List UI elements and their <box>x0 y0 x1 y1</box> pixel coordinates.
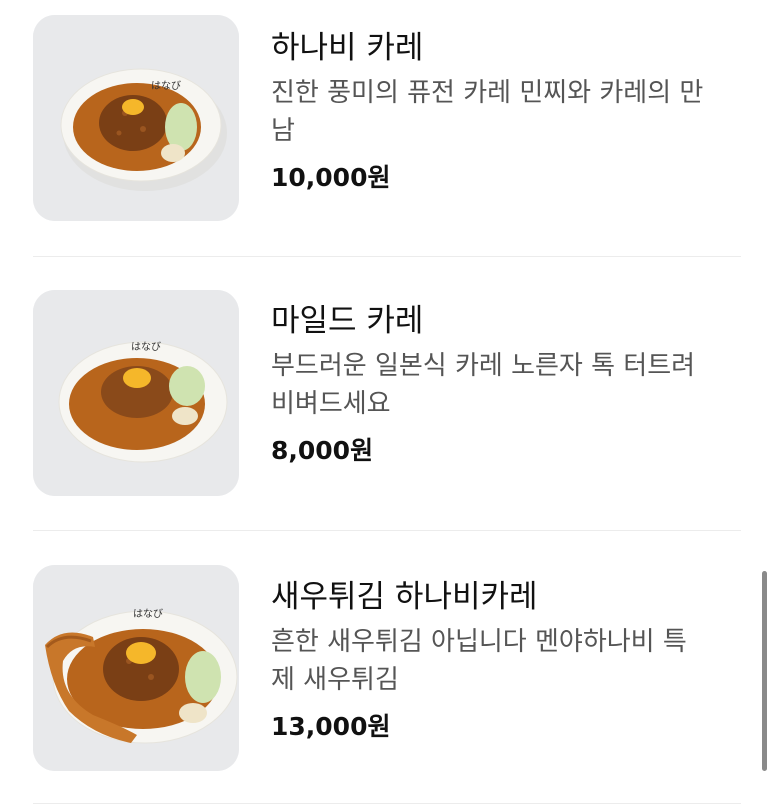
menu-item-name: 마일드 카레 <box>271 303 424 339</box>
menu-item-price: 13,000원 <box>271 712 391 741</box>
menu-item-info: 하나비 카레 진한 풍미의 퓨전 카레 민찌와 카레의 만 남 10,000원 <box>271 28 741 196</box>
menu-item-price: 8,000원 <box>271 436 374 465</box>
menu-item-description: 흔한 새우튀김 아닙니다 멘야하나비 특 제 새우튀김 <box>271 623 741 699</box>
svg-text:はなび: はなび <box>131 341 161 353</box>
description-line: 남 <box>271 116 295 146</box>
menu-item-info: 새우튀김 하나비카레 흔한 새우튀김 아닙니다 멘야하나비 특 제 새우튀김 1… <box>271 577 741 745</box>
menu-list: はなび 하나비 카레 진한 풍미의 퓨전 카레 민찌와 카레의 만 남 10,0… <box>0 0 773 808</box>
menu-item-photo: はなび <box>33 565 239 771</box>
menu-item-name: 새우튀김 하나비카레 <box>271 579 538 615</box>
curry-fried-shrimp-photo-icon: はなび <box>33 565 239 771</box>
menu-item-price: 10,000원 <box>271 163 391 192</box>
menu-item-hanabi-curry[interactable]: はなび 하나비 카레 진한 풍미의 퓨전 카레 민찌와 카레의 만 남 10,0… <box>0 0 773 256</box>
description-line: 제 새우튀김 <box>271 665 399 695</box>
menu-item-photo: はなび <box>33 15 239 221</box>
description-line: 진한 풍미의 퓨전 카레 민찌와 카레의 만 <box>271 78 704 108</box>
menu-item-name: 하나비 카레 <box>271 30 424 66</box>
description-line: 부드러운 일본식 카레 노른자 톡 터트려 <box>271 351 696 381</box>
svg-text:はなび: はなび <box>151 80 181 92</box>
svg-text:はなび: はなび <box>133 608 163 620</box>
menu-item-description: 부드러운 일본식 카레 노른자 톡 터트려 비벼드세요 <box>271 347 741 423</box>
menu-item-photo: はなび <box>33 290 239 496</box>
menu-item-shrimp-hanabi-curry[interactable]: はなび 새우튀김 하나비카레 흔한 새우튀김 아닙니다 멘야하나비 특 제 새우… <box>0 531 773 801</box>
menu-item-info: 마일드 카레 부드러운 일본식 카레 노른자 톡 터트려 비벼드세요 8,000… <box>271 301 741 469</box>
curry-egg-photo-icon: はなび <box>33 290 239 496</box>
scrollbar-thumb[interactable] <box>762 571 767 771</box>
description-line: 비벼드세요 <box>271 389 391 419</box>
menu-item-description: 진한 풍미의 퓨전 카레 민찌와 카레의 만 남 <box>271 74 741 150</box>
curry-minced-egg-photo-icon: はなび <box>33 15 239 221</box>
menu-item-mild-curry[interactable]: はなび 마일드 카레 부드러운 일본식 카레 노른자 톡 터트려 비벼드세요 8… <box>0 257 773 530</box>
divider <box>33 803 741 804</box>
description-line: 흔한 새우튀김 아닙니다 멘야하나비 특 <box>271 627 687 657</box>
